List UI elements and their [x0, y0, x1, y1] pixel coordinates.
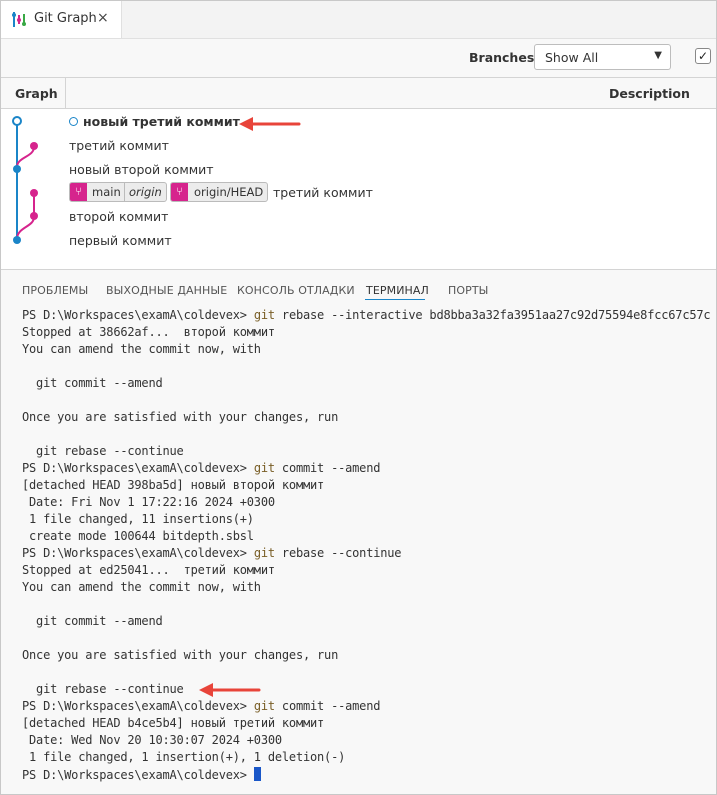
terminal-line: Stopped at 38662af... второй коммит [22, 325, 275, 339]
command-args: commit --amend [274, 461, 381, 475]
commit-row[interactable]: второй коммит [69, 206, 369, 228]
prompt-text: PS D:\Workspaces\examA\coldevex> [22, 546, 254, 560]
commit-node [13, 236, 21, 244]
ref-label: origin/HEAD [194, 185, 264, 199]
tab-debug-console[interactable]: КОНСОЛЬ ОТЛАДКИ [237, 284, 355, 297]
command-args: commit --amend [274, 699, 381, 713]
branch-ref-origin-head[interactable]: ⑂ origin/HEAD [170, 182, 268, 202]
terminal-prompt-line: PS D:\Workspaces\examA\coldevex> [22, 767, 261, 784]
commit-graph-lines [12, 116, 38, 244]
tab-ports[interactable]: ПОРТЫ [448, 284, 489, 297]
command-name: git [253, 308, 275, 322]
tab-terminal[interactable]: ТЕРМИНАЛ [366, 284, 429, 297]
commit-message: второй коммит [69, 209, 169, 224]
terminal-cursor [253, 767, 261, 781]
commit-message: третий коммит [69, 138, 169, 153]
column-header-graph: Graph [15, 86, 58, 101]
editor-tab-bar: Git Graph × [1, 1, 716, 39]
terminal-line: You can amend the commit now, with [22, 580, 261, 594]
active-tab-indicator [365, 299, 425, 300]
terminal-line: 1 file changed, 11 insertions(+) [22, 512, 254, 526]
command-name: git [253, 699, 275, 713]
tab-title: Git Graph [34, 11, 97, 26]
terminal-line: Once you are satisfied with your changes… [22, 648, 339, 662]
terminal-prompt-line: PS D:\Workspaces\examA\coldevex> git reb… [22, 546, 402, 563]
branches-label: Branches: [469, 50, 540, 65]
command-name: git [253, 546, 275, 560]
commit-node [30, 142, 38, 150]
close-icon[interactable]: × [97, 10, 109, 26]
terminal-line: Once you are satisfied with your changes… [22, 410, 339, 424]
terminal-line: 1 file changed, 1 insertion(+), 1 deleti… [22, 750, 346, 764]
terminal-line: Date: Wed Nov 20 10:30:07 2024 +0300 [22, 733, 282, 747]
command-args: rebase --continue [274, 546, 402, 560]
annotation-arrow [199, 683, 261, 697]
chevron-down-icon: ▼ [654, 50, 662, 61]
commit-row[interactable]: ⑂ main origin ⑂ origin/HEAD третий комми… [69, 182, 389, 204]
graph-table-header: Graph Description [1, 78, 716, 109]
git-graph-window: Git Graph × Branches: Show All ▼ ✓ Graph… [0, 0, 717, 795]
terminal-line: You can amend the commit now, with [22, 342, 261, 356]
commit-graph: новый третий коммит третий коммит новый … [1, 109, 716, 270]
terminal-line: git commit --amend [22, 614, 163, 628]
branch-icon: ⑂ [171, 183, 188, 201]
commit-node [12, 116, 22, 126]
panel-tab-bar: ПРОБЛЕМЫ ВЫХОДНЫЕ ДАННЫЕ КОНСОЛЬ ОТЛАДКИ… [1, 270, 716, 304]
ref-remote-label: origin [124, 183, 167, 201]
commit-row[interactable]: новый второй коммит [69, 159, 369, 181]
annotation-arrow [239, 117, 301, 131]
commit-row[interactable]: третий коммит [69, 135, 369, 157]
prompt-text: PS D:\Workspaces\examA\coldevex> [22, 699, 254, 713]
commit-message: новый второй коммит [69, 162, 214, 177]
terminal-line: [detached HEAD 398ba5d] новый второй ком… [22, 478, 325, 492]
terminal-line: git rebase --continue [22, 682, 184, 696]
tab-output[interactable]: ВЫХОДНЫЕ ДАННЫЕ [106, 284, 227, 297]
commit-message: первый коммит [69, 233, 172, 248]
terminal-line: create mode 100644 bitdepth.sbsl [22, 529, 254, 543]
commit-message: третий коммит [273, 185, 373, 200]
branch-ref-main[interactable]: ⑂ main origin [69, 182, 167, 202]
column-header-description: Description [609, 86, 690, 101]
terminal-line: git commit --amend [22, 376, 163, 390]
ref-label: main [92, 185, 121, 199]
commit-message: новый третий коммит [83, 114, 240, 129]
column-divider[interactable] [65, 78, 66, 108]
show-remote-checkbox[interactable]: ✓ [695, 48, 711, 64]
commit-node [30, 189, 38, 197]
commit-node [30, 212, 38, 220]
terminal-line: [detached HEAD b4ce5b4] новый третий ком… [22, 716, 325, 730]
commit-row[interactable]: новый третий коммит [69, 111, 369, 133]
graph-toolbar: Branches: Show All ▼ [1, 39, 716, 78]
terminal-line: git rebase --continue [22, 444, 184, 458]
current-commit-icon [69, 117, 78, 126]
prompt-text: PS D:\Workspaces\examA\coldevex> [22, 461, 254, 475]
prompt-text: PS D:\Workspaces\examA\coldevex> [22, 768, 254, 782]
branches-dropdown-value: Show All [545, 50, 599, 65]
commit-row[interactable]: первый коммит [69, 230, 369, 252]
git-graph-icon [12, 12, 26, 27]
commit-node [13, 165, 21, 173]
terminal-prompt-line: PS D:\Workspaces\examA\coldevex> git com… [22, 461, 380, 478]
tab-git-graph[interactable]: Git Graph × [1, 1, 122, 38]
terminal-line: Date: Fri Nov 1 17:22:16 2024 +0300 [22, 495, 275, 509]
branch-icon: ⑂ [70, 183, 87, 201]
command-args: rebase --interactive bd8bba3a32fa3951aa2… [274, 308, 711, 322]
branches-dropdown[interactable]: Show All ▼ [534, 44, 671, 70]
tab-problems[interactable]: ПРОБЛЕМЫ [22, 284, 88, 297]
terminal-prompt-line: PS D:\Workspaces\examA\coldevex> git reb… [22, 308, 711, 325]
terminal-output[interactable]: PS D:\Workspaces\examA\coldevex> git reb… [1, 304, 716, 794]
terminal-line: Stopped at ed25041... третий коммит [22, 563, 275, 577]
prompt-text: PS D:\Workspaces\examA\coldevex> [22, 308, 254, 322]
terminal-prompt-line: PS D:\Workspaces\examA\coldevex> git com… [22, 699, 380, 716]
command-name: git [253, 461, 275, 475]
